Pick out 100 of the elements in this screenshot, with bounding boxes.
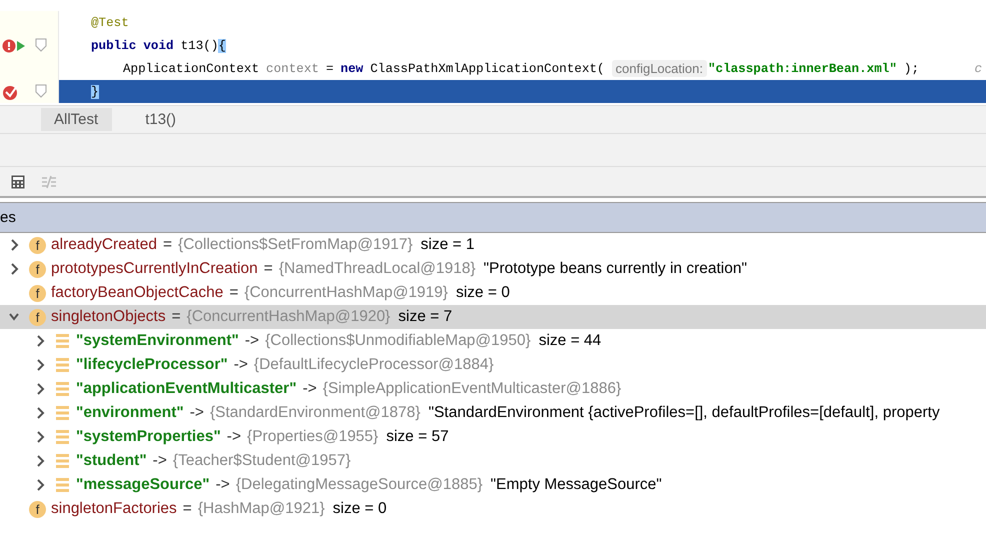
operator: ->	[226, 428, 242, 446]
expand-icon[interactable]	[35, 455, 45, 467]
variable-name: "systemEnvironment"	[76, 332, 239, 350]
map-entry-icon	[55, 405, 71, 421]
variable-name: factoryBeanObjectCache	[51, 284, 224, 302]
variable-name: "environment"	[76, 404, 184, 422]
tree-row[interactable]: "systemEnvironment" -> {Collections$UnmodifiableMap@1950} size = 44	[0, 329, 986, 353]
object-reference: {HashMap@1921}	[198, 500, 325, 518]
operator: ->	[244, 332, 260, 350]
tree-row[interactable]: "student" -> {Teacher$Student@1957}	[0, 449, 986, 473]
object-reference: {DelegatingMessageSource@1885}	[236, 476, 483, 494]
tree-row[interactable]: f alreadyCreated = {Collections$SetFromMap@1917} size = 1	[0, 233, 986, 257]
code-text: );	[904, 62, 920, 76]
object-reference: {Collections$SetFromMap@1917}	[178, 236, 413, 254]
parameter-hint: configLocation:	[612, 60, 707, 77]
map-entry-icon	[55, 357, 71, 373]
operator: =	[264, 260, 273, 278]
code-text: ClassPathXmlApplicationContext(	[370, 62, 604, 76]
variable-value: size = 57	[386, 428, 449, 446]
breakpoint-warning-icon[interactable]	[2, 38, 16, 52]
expand-icon[interactable]	[35, 335, 45, 347]
expand-icon[interactable]	[9, 239, 19, 251]
variable-value: "Empty MessageSource"	[490, 476, 662, 494]
calculator-icon[interactable]	[11, 174, 25, 188]
breakpoint-check-icon[interactable]	[2, 84, 18, 100]
variable-value: "StandardEnvironment {activeProfiles=[], defaultProfiles=[default], property	[428, 404, 940, 422]
operator: ->	[234, 356, 248, 374]
field-badge: f	[29, 500, 46, 518]
panel-title: es	[0, 209, 16, 226]
operator: ->	[216, 476, 230, 494]
operator: ->	[302, 380, 317, 398]
operator: ->	[152, 452, 167, 470]
variable-value: size = 44	[538, 332, 602, 350]
tree-row[interactable]: "lifecycleProcessor" -> {DefaultLifecycleProcessor@1884}	[0, 353, 986, 377]
breadcrumb-item[interactable]: AllTest	[41, 108, 112, 131]
object-reference: {NamedThreadLocal@1918}	[278, 260, 476, 278]
expand-icon[interactable]	[35, 359, 45, 371]
variable-name: "lifecycleProcessor"	[76, 356, 228, 374]
variable-value: size = 1	[420, 236, 474, 254]
code-string: "classpath:innerBean.xml"	[708, 62, 897, 76]
map-entry-icon	[55, 453, 71, 469]
variable-value: size = 7	[398, 308, 452, 326]
field-badge: f	[29, 308, 46, 326]
operator: =	[162, 236, 172, 254]
tree-row[interactable]: "systemProperties" -> {Properties@1955} size = 57	[0, 425, 986, 449]
expand-icon[interactable]	[35, 383, 45, 395]
operator: =	[182, 500, 192, 518]
expand-icon[interactable]	[35, 431, 45, 443]
object-reference: {Teacher$Student@1957}	[172, 452, 351, 470]
code-text: ApplicationContext	[123, 62, 260, 76]
variable-value: "Prototype beans currently in creation"	[484, 260, 747, 278]
operator: =	[229, 284, 238, 302]
tree-row[interactable]: f factoryBeanObjectCache = {ConcurrentHashMap@1919} size = 0	[0, 281, 986, 305]
code-text: =	[326, 62, 334, 76]
variable-value: size = 0	[332, 500, 387, 518]
object-reference: {SimpleApplicationEventMulticaster@1886}	[322, 380, 622, 398]
object-reference: {DefaultLifecycleProcessor@1884}	[254, 356, 494, 374]
tree-row[interactable]: f singletonFactories = {HashMap@1921} size = 0	[0, 497, 986, 521]
code-annotation: @Test	[91, 16, 129, 30]
variable-name: prototypesCurrentlyInCreation	[51, 260, 258, 278]
variable-name: singletonFactories	[51, 500, 177, 518]
map-entry-icon	[55, 333, 71, 349]
object-reference: {Properties@1955}	[247, 428, 378, 446]
field-badge: f	[29, 236, 46, 254]
code-text: t13()	[180, 38, 218, 52]
expand-icon[interactable]	[9, 263, 19, 275]
variable-name: "student"	[76, 452, 147, 470]
variable-name: "systemProperties"	[76, 428, 221, 446]
operator: =	[172, 308, 181, 326]
matched-brace: {	[218, 38, 226, 52]
variable-name: singletonObjects	[51, 308, 166, 326]
tree-row[interactable]: "applicationEventMulticaster" -> {SimpleApplicationEventMulticaster@1886}	[0, 377, 986, 401]
variable-value: size = 0	[456, 284, 510, 302]
matched-brace: }	[91, 84, 99, 98]
collapse-icon[interactable]	[9, 311, 19, 323]
map-entry-icon	[55, 477, 71, 493]
code-keyword: public	[91, 38, 136, 52]
expand-icon[interactable]	[35, 407, 45, 419]
operator: ->	[190, 404, 204, 422]
variable-name: "applicationEventMulticaster"	[76, 380, 297, 398]
code-text: c	[974, 62, 982, 76]
object-reference: {ConcurrentHashMap@1919}	[244, 284, 448, 302]
map-entry-icon	[55, 429, 71, 445]
variable-name: alreadyCreated	[51, 236, 157, 254]
field-badge: f	[29, 260, 46, 278]
field-badge: f	[29, 284, 46, 302]
code-keyword: new	[340, 62, 364, 76]
code-variable: context	[266, 62, 319, 76]
object-reference: {Collections$UnmodifiableMap@1950}	[265, 332, 531, 350]
object-reference: {ConcurrentHashMap@1920}	[186, 308, 390, 326]
object-reference: {StandardEnvironment@1878}	[210, 404, 420, 422]
tree-row[interactable]: "messageSource" -> {DelegatingMessageSource@1885} "Empty MessageSource"	[0, 473, 986, 497]
code-keyword: void	[143, 38, 174, 52]
breadcrumb-item[interactable]: t13()	[132, 108, 190, 131]
tree-row[interactable]: "environment" -> {StandardEnvironment@1878} "StandardEnvironment {activeProfiles=[], defaultProfiles=[default], property	[0, 401, 986, 425]
expand-icon[interactable]	[35, 479, 45, 491]
variable-name: "messageSource"	[76, 476, 210, 494]
map-entry-icon	[55, 381, 71, 397]
tree-row[interactable]: f prototypesCurrentlyInCreation = {NamedThreadLocal@1918} "Prototype beans currently in creation"	[0, 257, 986, 281]
tree-row[interactable]: f singletonObjects = {ConcurrentHashMap@1920} size = 7	[0, 305, 986, 329]
